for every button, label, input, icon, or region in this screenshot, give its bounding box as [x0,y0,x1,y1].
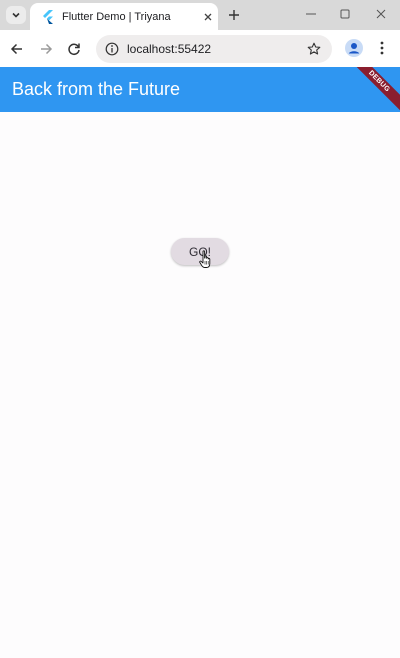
debug-banner: DEBUG [344,67,400,112]
address-bar[interactable]: localhost:55422 [96,35,332,63]
app-bar: Back from the Future DEBUG [0,67,400,112]
minimize-button[interactable] [300,4,322,24]
browser-toolbar: localhost:55422 [0,30,400,67]
maximize-icon [340,9,350,19]
browser-window: Flutter Demo | Triyana localhost:55422 B… [0,0,400,658]
close-icon [376,9,386,19]
app-body [0,112,400,658]
close-window-button[interactable] [370,4,392,24]
flutter-logo-icon [40,9,56,25]
new-tab-button[interactable] [224,5,244,25]
browser-menu-button[interactable] [372,38,392,58]
url-text: localhost:55422 [127,42,212,56]
close-icon[interactable] [200,9,216,25]
info-icon[interactable] [104,41,120,57]
chevron-down-icon [12,12,20,18]
minimize-icon [306,13,316,15]
tab-search-button[interactable] [6,6,26,24]
arrow-right-icon [41,43,53,55]
reload-button[interactable] [63,38,85,60]
tab-strip: Flutter Demo | Triyana [0,0,400,30]
forward-button[interactable] [35,38,57,60]
back-button[interactable] [6,38,28,60]
tab-title: Flutter Demo | Triyana [62,10,171,23]
maximize-button[interactable] [334,4,356,24]
browser-tab[interactable]: Flutter Demo | Triyana [30,3,218,30]
plus-icon [229,10,239,20]
reload-icon [68,43,80,56]
profile-button[interactable] [344,38,364,58]
hand-pointer-icon [199,250,211,268]
star-icon[interactable] [306,41,322,57]
arrow-left-icon [10,43,22,55]
debug-label: DEBUG [367,69,391,94]
page-title: Back from the Future [12,79,181,99]
profile-icon [345,39,363,57]
kebab-icon [380,41,384,55]
